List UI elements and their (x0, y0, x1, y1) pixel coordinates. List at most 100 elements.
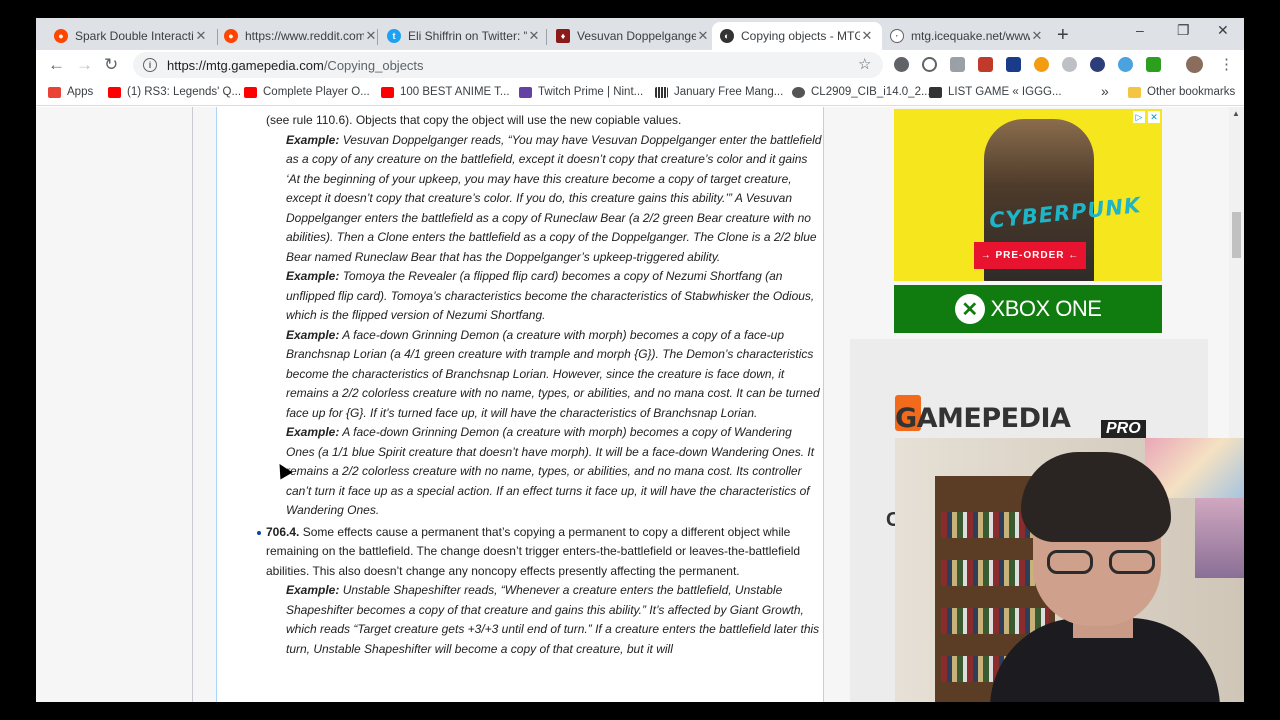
bookmarks-overflow-button[interactable]: » (1101, 83, 1109, 99)
example-label: Example: (286, 132, 340, 147)
close-tab-icon[interactable]: ✕ (860, 28, 874, 44)
bookmark-twitch[interactable]: Twitch Prime | Nint... (519, 86, 643, 98)
close-tab-icon[interactable]: ✕ (364, 28, 378, 44)
cyberpunk-ad[interactable]: CYBERPUNK → PRE-ORDER ← ▷ ✕ ✕ XBOX ONE (894, 109, 1162, 333)
back-arrow-icon[interactable]: ← (48, 55, 65, 75)
orange-extension-icon[interactable] (1034, 57, 1049, 72)
tab-strip: ● Spark Double Interactio ✕ ● https://ww… (36, 18, 1244, 50)
rule-text: Some effects cause a permanent that’s co… (266, 524, 801, 578)
ad-platform-banner: ✕ XBOX ONE (894, 285, 1162, 333)
clock-extension-icon[interactable] (922, 57, 937, 72)
youtube-icon (244, 86, 257, 98)
scryfall-favicon-icon: ♦ (556, 29, 570, 43)
close-tab-icon[interactable]: ✕ (194, 28, 208, 44)
bookmark-star-icon[interactable]: ☆ (858, 55, 871, 73)
example-text: Unstable Shapeshifter reads, “Whenever a… (286, 583, 820, 656)
close-tab-icon[interactable]: ✕ (527, 28, 541, 44)
twitch-icon (519, 86, 532, 98)
scroll-thumb[interactable] (1232, 212, 1241, 258)
tab-title: Copying objects - MTG (741, 29, 860, 43)
example-label: Example: (286, 583, 340, 597)
bookmark-manga[interactable]: January Free Mang... (655, 86, 783, 98)
left-sidebar (36, 107, 193, 702)
grey-extension-icon[interactable] (1062, 57, 1077, 72)
url-path: /Copying_objects (323, 57, 424, 73)
reddit-favicon-icon: ● (54, 29, 68, 43)
bookmark-label: CL2909_CIB_i14.0_2... (811, 86, 931, 98)
adchoices[interactable]: ▷ ✕ (1133, 111, 1160, 123)
scroll-up-arrow-icon[interactable]: ▲ (1232, 109, 1240, 118)
flag-extension-icon[interactable] (1090, 57, 1105, 72)
reload-icon[interactable]: ↻ (104, 55, 118, 75)
bookmark-igggames[interactable]: LIST GAME « IGGG... (929, 86, 1062, 98)
example-label: Example: (286, 327, 340, 342)
bookmark-apps[interactable]: Apps (48, 86, 93, 98)
gamepedia-favicon-icon: ◐ (720, 29, 734, 43)
bookmark-youtube-3[interactable]: 100 BEST ANIME T... (381, 86, 510, 98)
article-body: (see rule 110.6). Objects that copy the … (257, 111, 822, 659)
example-paragraph: Example: A face-down Grinning Demon (a c… (286, 423, 822, 521)
bookmark-cl2909[interactable]: CL2909_CIB_i14.0_2... (792, 86, 931, 98)
restore-button[interactable]: ❐ (1177, 22, 1190, 39)
bookmark-label: LIST GAME « IGGG... (948, 86, 1062, 98)
extension-icon[interactable] (894, 57, 909, 72)
tab-title: mtg.icequake.net/www/ (911, 29, 1030, 43)
close-ad-icon[interactable]: ✕ (1148, 111, 1160, 123)
url-host: https://mtg.gamepedia.com (167, 57, 324, 73)
tab-title: https://www.reddit.com (245, 29, 364, 43)
adchoices-icon[interactable]: ▷ (1133, 111, 1145, 123)
tab-0[interactable]: ● Spark Double Interactio ✕ (46, 22, 216, 50)
rule-paragraph: 706.4. Some effects cause a permanent th… (257, 523, 822, 582)
anime-poster-image (1195, 498, 1244, 578)
cloud-extension-icon[interactable] (1118, 57, 1133, 72)
tab-2[interactable]: t Eli Shiffrin on Twitter: "V ✕ (379, 22, 549, 50)
xbox-logo-icon: ✕ (954, 294, 985, 324)
twitter-favicon-icon: t (387, 29, 401, 43)
tab-title: Spark Double Interactio (75, 29, 194, 43)
other-bookmarks[interactable]: Other bookmarks (1128, 86, 1235, 98)
address-bar[interactable]: i https://mtg.gamepedia.com/Copying_obje… (133, 52, 883, 78)
example-text: Tomoya the Revealer (a flipped flip card… (286, 269, 815, 322)
tab-5[interactable]: · mtg.icequake.net/www/ ✕ (882, 22, 1052, 50)
browser-toolbar: ← → ↻ i https://mtg.gamepedia.com/Copyin… (36, 50, 1244, 80)
forward-arrow-icon[interactable]: → (76, 55, 93, 75)
close-window-button[interactable]: ✕ (1217, 22, 1229, 39)
bookmark-label: Twitch Prime | Nint... (538, 86, 644, 98)
folder-icon (1128, 86, 1141, 98)
example-text: A face-down Grinning Demon (a creature w… (286, 327, 820, 420)
menu-kebab-icon[interactable]: ⋮ (1219, 55, 1234, 73)
globe-favicon-icon: · (890, 29, 904, 43)
tab-1[interactable]: ● https://www.reddit.com ✕ (216, 22, 386, 50)
tab-title: Vesuvan Doppelganger (577, 29, 696, 43)
bookmark-label: Other bookmarks (1147, 86, 1236, 98)
youtube-icon (108, 86, 121, 98)
bookmark-youtube-1[interactable]: (1) RS3: Legends' Q... (108, 86, 241, 98)
close-tab-icon[interactable]: ✕ (1030, 28, 1044, 44)
pdf-extension-icon[interactable] (978, 57, 993, 72)
ad-hero-image: CYBERPUNK → PRE-ORDER ← ▷ ✕ (894, 109, 1162, 281)
tab-3[interactable]: ♦ Vesuvan Doppelganger ✕ (548, 22, 718, 50)
iggg-icon (929, 86, 942, 98)
webcam-overlay (895, 438, 1244, 702)
new-tab-button[interactable]: + (1057, 24, 1069, 47)
gamepedia-logo: GAMEPEDIA (895, 403, 1071, 434)
tab-separator (546, 29, 547, 45)
preorder-button[interactable]: → PRE-ORDER ← (974, 242, 1086, 269)
shield-extension-icon[interactable] (950, 57, 965, 72)
bookmark-label: Complete Player O... (263, 86, 370, 98)
bookmark-youtube-2[interactable]: Complete Player O... (244, 86, 370, 98)
profile-avatar[interactable] (1186, 56, 1203, 73)
bookmark-label: Apps (67, 86, 94, 98)
calendar-extension-icon[interactable] (1006, 57, 1021, 72)
close-tab-icon[interactable]: ✕ (696, 28, 710, 44)
check-extension-icon[interactable] (1146, 57, 1161, 72)
example-text: Vesuvan Doppelganger reads, “You may hav… (286, 132, 822, 264)
bookmark-label: January Free Mang... (674, 86, 784, 98)
example-paragraph: Example: A face-down Grinning Demon (a c… (286, 326, 822, 424)
barcode-icon (655, 86, 668, 98)
example-paragraph: Example: Vesuvan Doppelganger reads, “Yo… (286, 131, 822, 268)
example-label: Example: (286, 425, 340, 439)
site-info-icon[interactable]: i (143, 58, 157, 72)
minimize-button[interactable]: – (1136, 22, 1144, 38)
tab-4-active[interactable]: ◐ Copying objects - MTG ✕ (712, 22, 882, 50)
